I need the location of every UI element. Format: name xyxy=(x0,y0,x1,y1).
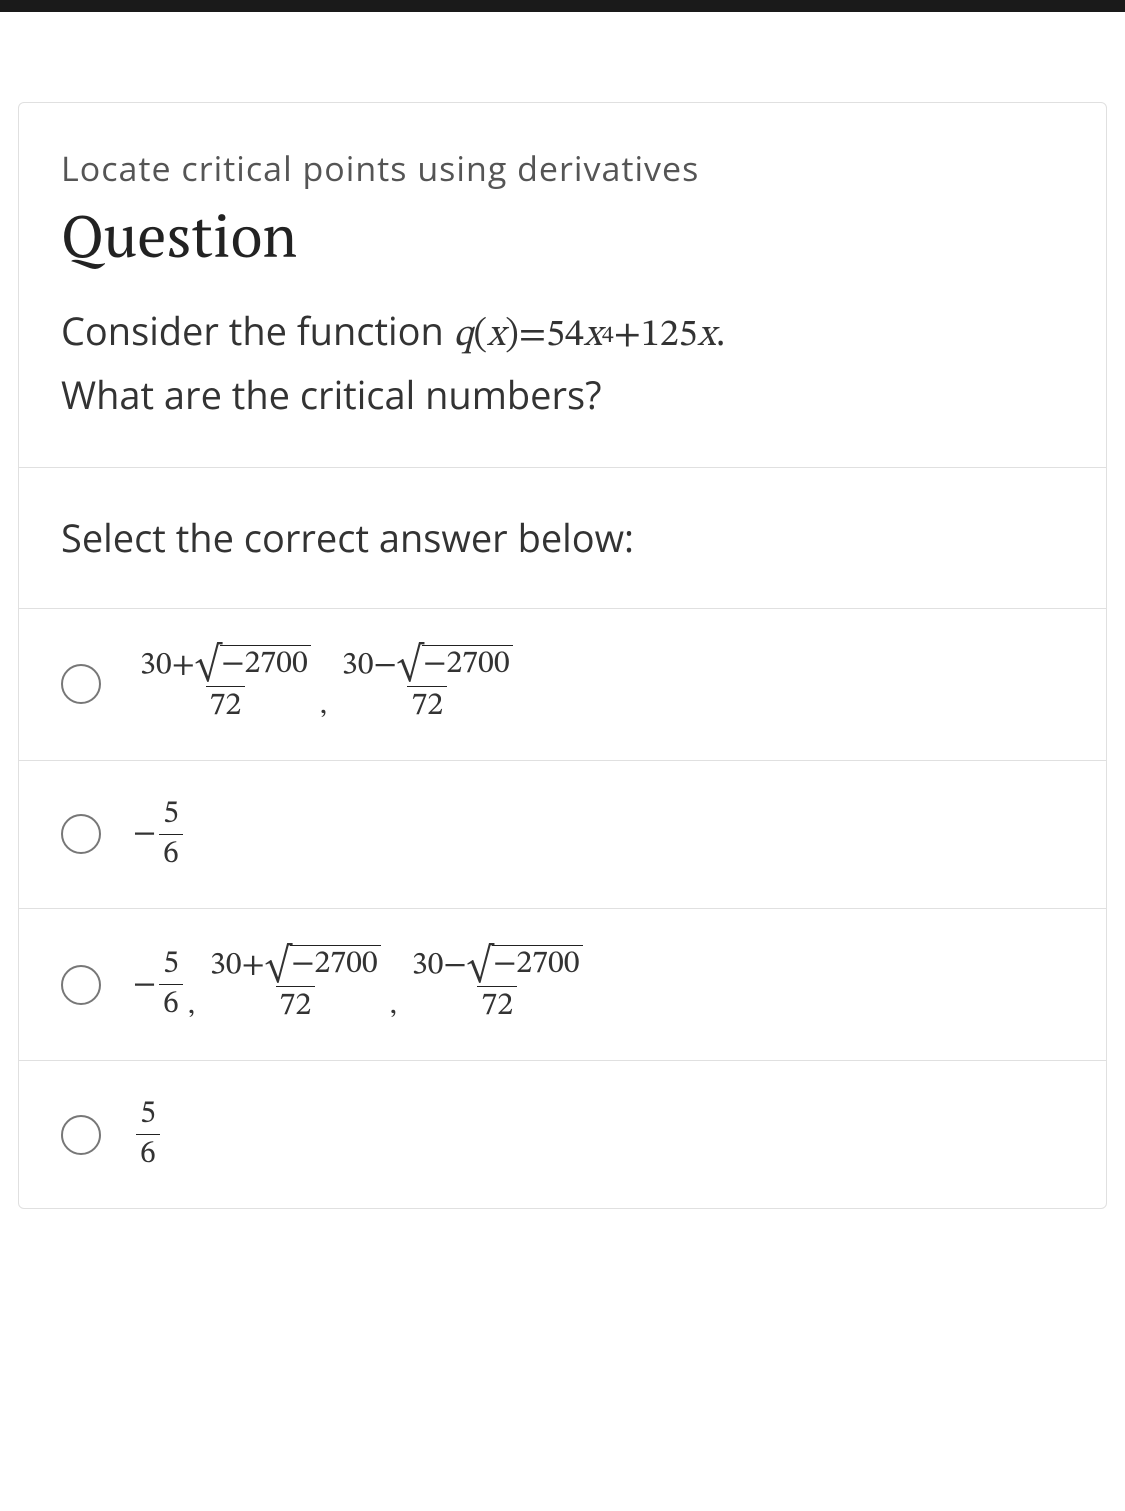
coef2: 125 xyxy=(641,307,697,366)
question-heading: Question xyxy=(61,197,1064,274)
question-card: Locate critical points using derivatives… xyxy=(18,102,1107,1209)
answer-option-b[interactable]: − 5 6 xyxy=(19,760,1106,908)
radio-icon xyxy=(61,814,101,854)
prompt-pre: Consider the function xyxy=(61,305,454,357)
prompt-equation: q(x) = 54x4 + 125x xyxy=(454,307,716,366)
radio-icon xyxy=(61,664,101,704)
answer-option-c[interactable]: − 5 6 , 30+√−2700 72 , 30−√−2700 72 xyxy=(19,908,1106,1060)
radio-icon xyxy=(61,1115,101,1155)
plus: + xyxy=(614,307,641,366)
func-name: q xyxy=(454,307,474,366)
period: . xyxy=(716,305,726,357)
option-c-math: − 5 6 , 30+√−2700 72 , 30−√−2700 72 xyxy=(133,945,590,1024)
answer-option-d[interactable]: 5 6 xyxy=(19,1060,1106,1208)
instruction: Select the correct answer below: xyxy=(19,468,1106,608)
exponent: 4 xyxy=(602,318,614,355)
answer-option-a[interactable]: 30+√−2700 72 , 30−√−2700 72 xyxy=(19,608,1106,760)
option-a-math: 30+√−2700 72 , 30−√−2700 72 xyxy=(133,645,520,724)
coef1: 54 xyxy=(546,307,584,366)
option-d-math: 5 6 xyxy=(133,1097,163,1172)
option-b-math: − 5 6 xyxy=(133,797,186,872)
radio-icon xyxy=(61,965,101,1005)
top-bar xyxy=(0,0,1125,12)
func-var: x xyxy=(487,307,505,366)
topic-label: Locate critical points using derivatives xyxy=(61,145,1064,191)
question-prompt: Consider the function q(x) = 54x4 + 125x… xyxy=(61,302,1064,425)
prompt-line2: What are the critical numbers? xyxy=(61,369,602,421)
equals: = xyxy=(519,307,546,366)
question-header-section: Locate critical points using derivatives… xyxy=(19,103,1106,468)
